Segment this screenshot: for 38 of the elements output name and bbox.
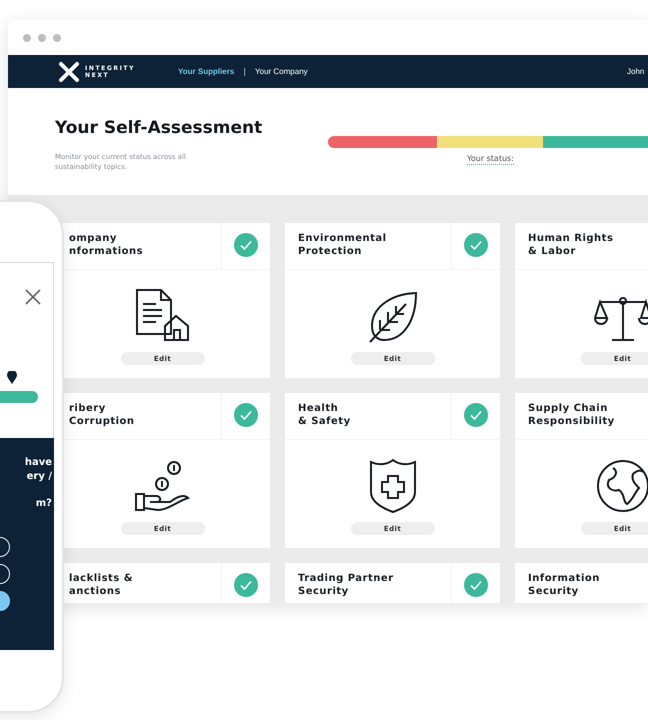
card-title: nformations	[69, 245, 144, 258]
status-label: Your status:	[467, 154, 514, 165]
shield-icon	[368, 458, 418, 514]
user-name[interactable]: John	[627, 67, 644, 76]
question-text: ery /	[26, 470, 52, 484]
card-title: Information	[528, 572, 600, 585]
card-title: ompany	[69, 232, 117, 245]
card-title: Supply Chain	[528, 402, 608, 415]
card-title: & Safety	[298, 415, 351, 428]
card-title: Trading Partner	[298, 572, 394, 585]
question-text: m?	[36, 497, 52, 511]
card-title: ribery	[69, 402, 106, 415]
document-icon	[134, 288, 192, 344]
page-title: Your Self-Assessment	[55, 118, 264, 138]
card-title: lacklists &	[69, 572, 133, 585]
window-dot-icon	[38, 34, 46, 42]
window-dot-icon	[23, 34, 31, 42]
globe-icon	[594, 458, 648, 514]
card-title: Corruption	[69, 415, 135, 428]
card-title: Environmental	[298, 232, 387, 245]
nav-link[interactable]: Your Company	[255, 67, 308, 76]
window-dot-icon	[53, 34, 61, 42]
logo-icon	[58, 60, 80, 82]
card-title: & Labor	[528, 245, 576, 258]
card-title: Health	[298, 402, 338, 415]
nav-link[interactable]: Your Suppliers	[178, 67, 234, 76]
scales-icon	[594, 296, 648, 344]
card-title: Human Rights	[528, 232, 614, 245]
card-title: Security	[298, 585, 349, 598]
card-title: Responsibility	[528, 415, 615, 428]
question-text: have	[24, 456, 52, 470]
nav-separator: |	[243, 67, 246, 76]
slider-thumb[interactable]	[6, 371, 17, 384]
card-title: Protection	[298, 245, 362, 258]
card-title: anctions	[69, 585, 121, 598]
coins-icon	[134, 460, 192, 514]
card-title: Security	[528, 585, 579, 598]
close-button[interactable]	[25, 289, 41, 305]
